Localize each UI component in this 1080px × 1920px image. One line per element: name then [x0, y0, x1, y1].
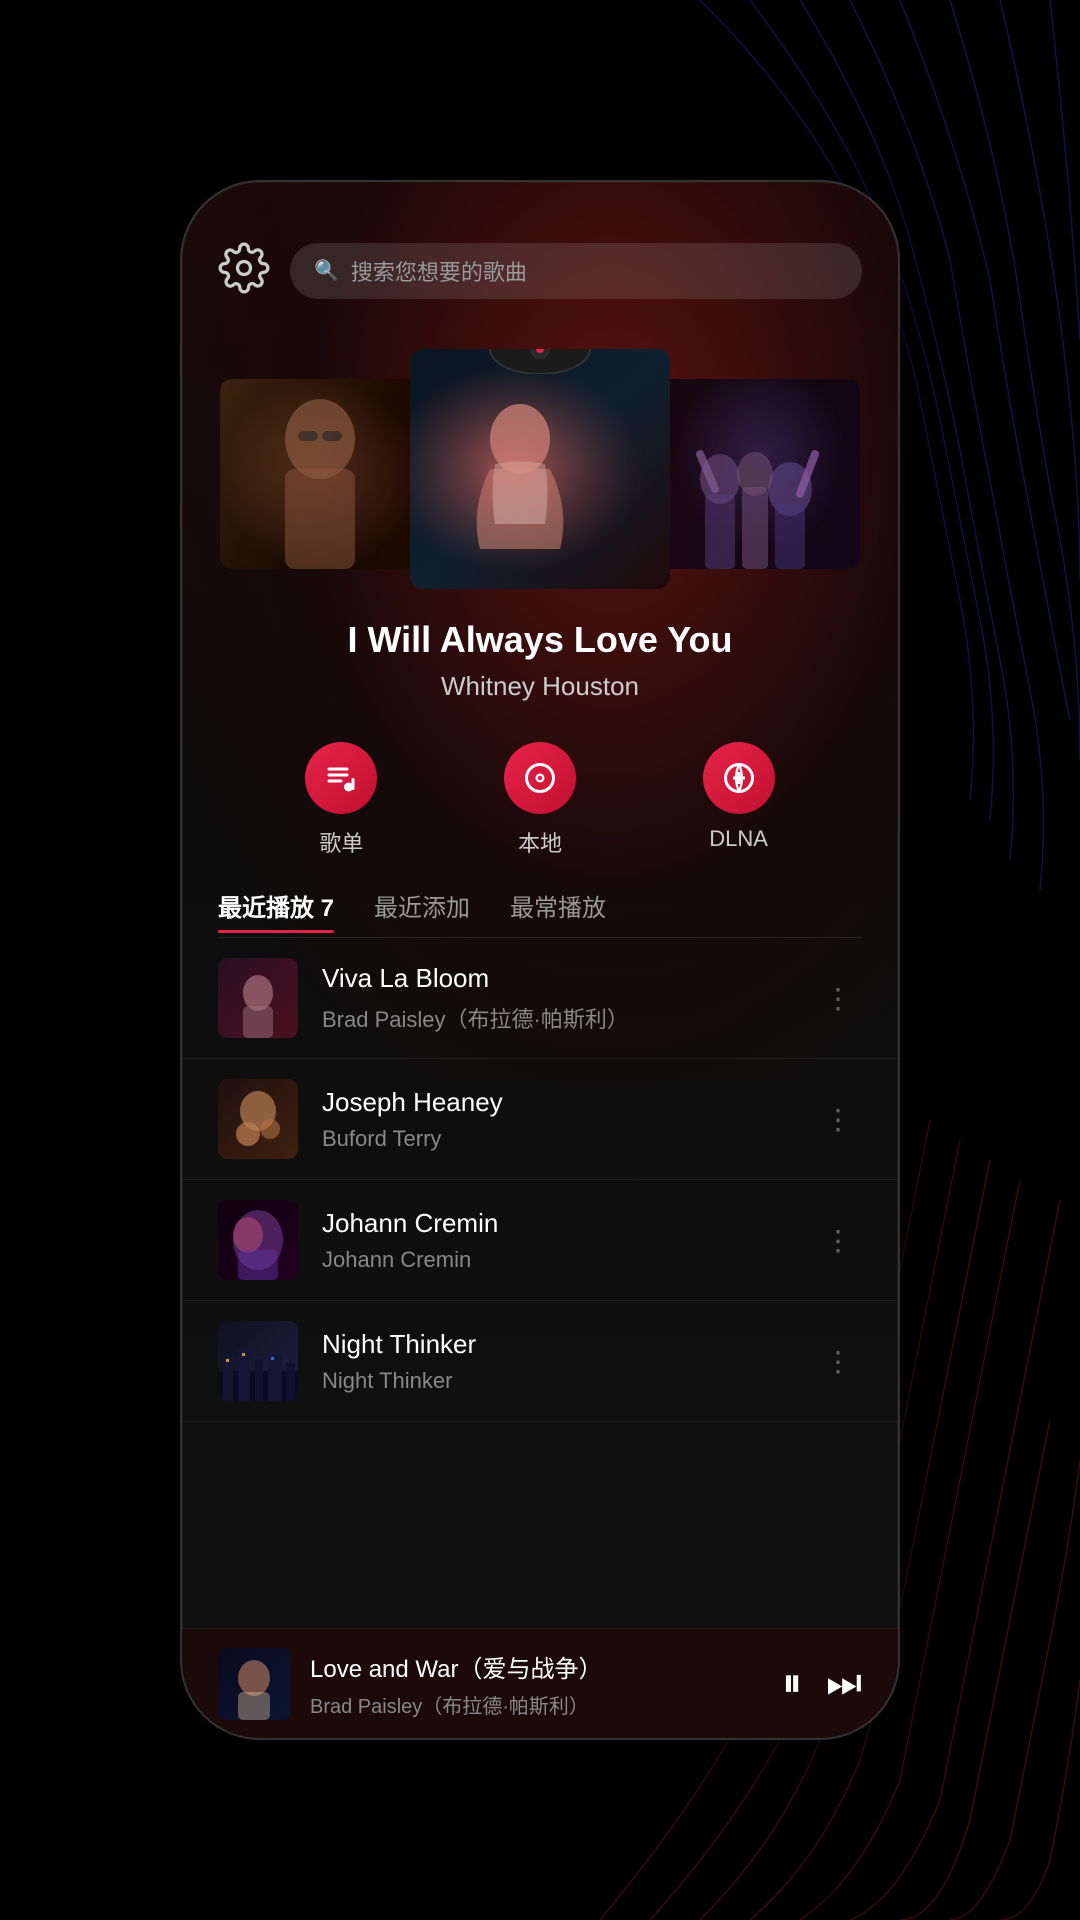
local-icon	[504, 742, 576, 814]
song-artist-2: Buford Terry	[322, 1126, 790, 1152]
now-playing-info: I Will Always Love You Whitney Houston	[182, 589, 898, 712]
song-info-2: Joseph Heaney Buford Terry	[322, 1087, 790, 1152]
nav-local[interactable]: 本地	[504, 742, 576, 858]
song-item[interactable]: Joseph Heaney Buford Terry ⋮	[182, 1059, 898, 1180]
nav-icons: 歌单 本地	[182, 712, 898, 888]
more-button-1[interactable]: ⋮	[814, 972, 862, 1025]
song-thumb-3	[218, 1200, 298, 1280]
thumb-art-2	[218, 1079, 298, 1159]
album-card-right[interactable]	[660, 379, 860, 569]
background: 🔍 搜索您想要的歌曲	[0, 0, 1080, 1920]
album-card-center[interactable]	[410, 349, 670, 589]
settings-button[interactable]	[218, 242, 270, 299]
album-carousel	[182, 319, 898, 589]
gear-icon	[218, 242, 270, 294]
song-info-3: Johann Cremin Johann Cremin	[322, 1208, 790, 1273]
song-list: Viva La Bloom Brad Paisley（布拉德·帕斯利） ⋮	[182, 938, 898, 1738]
dlna-icon	[703, 742, 775, 814]
album-card-left[interactable]	[220, 379, 420, 569]
tab-added[interactable]: 最近添加	[374, 888, 470, 933]
more-button-3[interactable]: ⋮	[814, 1214, 862, 1267]
vinyl-record	[410, 349, 670, 374]
song-thumb-4	[218, 1321, 298, 1401]
song-name-1: Viva La Bloom	[322, 963, 790, 994]
album-art-right	[660, 379, 860, 569]
song-title: I Will Always Love You	[182, 619, 898, 661]
song-name-2: Joseph Heaney	[322, 1087, 790, 1118]
bar-thumb-art	[218, 1648, 290, 1720]
thumb-art-4	[218, 1321, 298, 1401]
bar-artist: Brad Paisley（布拉德·帕斯利）	[310, 1690, 762, 1719]
tab-most[interactable]: 最常播放	[510, 888, 606, 933]
bar-controls: ⏸ ⏭	[782, 1661, 862, 1706]
now-playing-bar: Love and War（爱与战争） Brad Paisley（布拉德·帕斯利）…	[182, 1628, 898, 1738]
thumb-art-1	[218, 958, 298, 1038]
song-info-4: Night Thinker Night Thinker	[322, 1329, 790, 1394]
nav-dlna[interactable]: DLNA	[703, 742, 775, 858]
pause-button[interactable]: ⏸	[782, 1661, 802, 1706]
song-thumb-2	[218, 1079, 298, 1159]
search-placeholder: 搜索您想要的歌曲	[351, 255, 527, 287]
nav-local-label: 本地	[518, 826, 562, 858]
song-artist-3: Johann Cremin	[322, 1247, 790, 1273]
song-name-3: Johann Cremin	[322, 1208, 790, 1239]
song-item[interactable]: Viva La Bloom Brad Paisley（布拉德·帕斯利） ⋮	[182, 938, 898, 1059]
song-thumb-1	[218, 958, 298, 1038]
bar-thumb	[218, 1648, 290, 1720]
next-button[interactable]: ⏭	[826, 1661, 862, 1706]
song-item[interactable]: Johann Cremin Johann Cremin ⋮	[182, 1180, 898, 1301]
nav-playlist[interactable]: 歌单	[305, 742, 377, 858]
song-item[interactable]: Night Thinker Night Thinker ⋮	[182, 1301, 898, 1422]
search-icon: 🔍	[314, 258, 339, 283]
nav-dlna-label: DLNA	[709, 826, 768, 852]
nav-playlist-label: 歌单	[319, 826, 363, 858]
phone-shell: 🔍 搜索您想要的歌曲	[180, 180, 900, 1740]
more-button-2[interactable]: ⋮	[814, 1093, 862, 1146]
song-name-4: Night Thinker	[322, 1329, 790, 1360]
album-art-left	[220, 379, 420, 569]
playlist-icon	[305, 742, 377, 814]
more-button-4[interactable]: ⋮	[814, 1335, 862, 1388]
tabs: 最近播放 7 最近添加 最常播放	[182, 888, 898, 933]
bar-title: Love and War（爱与战争）	[310, 1649, 762, 1684]
album-art-center	[410, 349, 670, 589]
header: 🔍 搜索您想要的歌曲	[182, 182, 898, 319]
song-artist: Whitney Houston	[182, 671, 898, 702]
search-bar[interactable]: 🔍 搜索您想要的歌曲	[290, 243, 862, 299]
song-artist-4: Night Thinker	[322, 1368, 790, 1394]
thumb-art-3	[218, 1200, 298, 1280]
tab-recent[interactable]: 最近播放 7	[218, 888, 334, 933]
bar-info: Love and War（爱与战争） Brad Paisley（布拉德·帕斯利）	[310, 1649, 762, 1719]
song-artist-1: Brad Paisley（布拉德·帕斯利）	[322, 1002, 790, 1034]
song-info-1: Viva La Bloom Brad Paisley（布拉德·帕斯利）	[322, 963, 790, 1034]
